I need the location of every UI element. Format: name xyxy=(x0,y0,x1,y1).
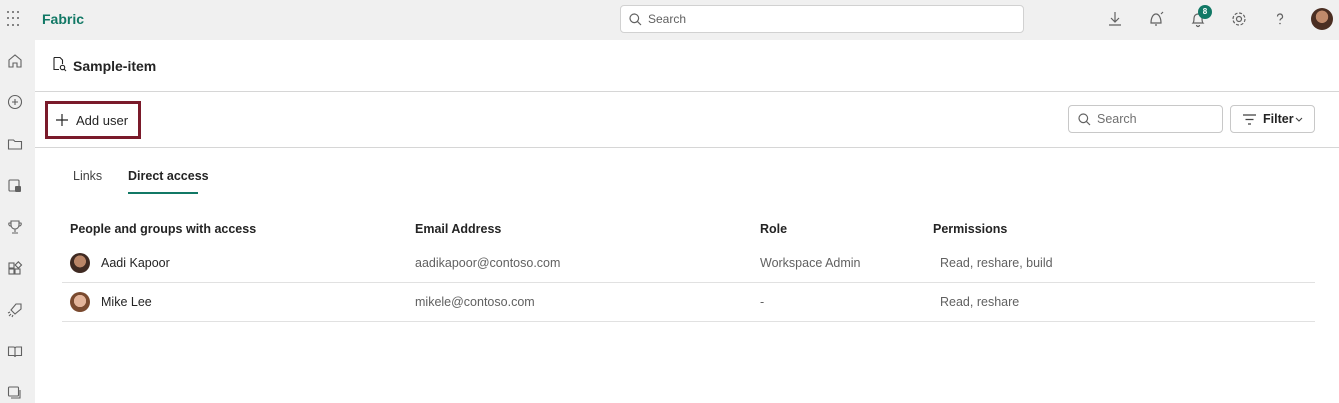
toolbar: Add user Search Filter xyxy=(35,92,1339,148)
row-permissions[interactable]: Read, reshare xyxy=(940,295,1019,309)
column-header-email[interactable]: Email Address xyxy=(415,222,501,236)
help-icon[interactable] xyxy=(1271,10,1289,28)
filter-icon xyxy=(1243,114,1256,125)
trophy-icon[interactable] xyxy=(7,219,23,235)
add-user-button[interactable]: Add user xyxy=(45,101,141,139)
user-avatar[interactable] xyxy=(1311,8,1333,30)
onelake-icon[interactable] xyxy=(7,178,23,194)
row-name: Aadi Kapoor xyxy=(101,256,170,270)
row-role: - xyxy=(760,295,765,309)
gear-icon[interactable] xyxy=(1230,10,1248,28)
tab-links[interactable]: Links xyxy=(73,169,102,183)
row-permissions[interactable]: Read, reshare, build xyxy=(940,256,1053,270)
add-user-label: Add user xyxy=(76,112,129,128)
avatar xyxy=(70,253,90,273)
plus-icon xyxy=(56,114,68,126)
folder-icon[interactable] xyxy=(7,136,23,152)
global-search-input[interactable]: Search xyxy=(620,5,1024,33)
page-title: Sample-item xyxy=(73,58,157,74)
table-row[interactable]: Mike Lee mikele@contoso.com - Read, resh… xyxy=(62,283,1315,322)
tab-direct-access[interactable]: Direct access xyxy=(128,169,209,183)
chevron-down-icon xyxy=(1295,117,1303,122)
workspaces-icon[interactable] xyxy=(7,385,23,401)
top-bar: Fabric Search 8 xyxy=(0,0,1339,40)
global-search-placeholder: Search xyxy=(648,12,687,26)
row-email: aadikapoor@contoso.com xyxy=(415,256,561,270)
book-icon[interactable] xyxy=(7,344,23,360)
avatar xyxy=(70,292,90,312)
column-header-role[interactable]: Role xyxy=(760,222,787,236)
home-icon[interactable] xyxy=(7,53,23,69)
table-row[interactable]: Aadi Kapoor aadikapoor@contoso.com Works… xyxy=(62,244,1315,283)
column-header-permissions[interactable]: Permissions xyxy=(933,222,1007,236)
row-email: mikele@contoso.com xyxy=(415,295,535,309)
apps-icon[interactable] xyxy=(7,261,23,277)
app-launcher-icon[interactable] xyxy=(7,11,23,27)
search-placeholder: Search xyxy=(1097,112,1137,126)
row-name: Mike Lee xyxy=(101,295,152,309)
search-input[interactable]: Search xyxy=(1068,105,1223,133)
brand-name[interactable]: Fabric xyxy=(42,11,84,27)
pulse-icon[interactable] xyxy=(1147,10,1165,28)
active-tab-indicator xyxy=(128,192,198,194)
download-icon[interactable] xyxy=(1106,10,1124,28)
main-panel: Sample-item Add user Search Filter Links… xyxy=(35,40,1339,403)
page-header: Sample-item xyxy=(35,40,1339,92)
item-icon xyxy=(53,56,67,72)
left-nav-rail xyxy=(0,40,34,403)
row-role: Workspace Admin xyxy=(760,256,861,270)
rocket-icon[interactable] xyxy=(7,302,23,318)
column-header-people[interactable]: People and groups with access xyxy=(70,222,256,236)
create-icon[interactable] xyxy=(7,94,23,110)
notification-count-badge: 8 xyxy=(1198,5,1212,19)
search-icon xyxy=(1078,113,1091,126)
search-icon xyxy=(629,13,642,26)
filter-label: Filter xyxy=(1263,112,1294,126)
filter-button[interactable]: Filter xyxy=(1230,105,1315,133)
